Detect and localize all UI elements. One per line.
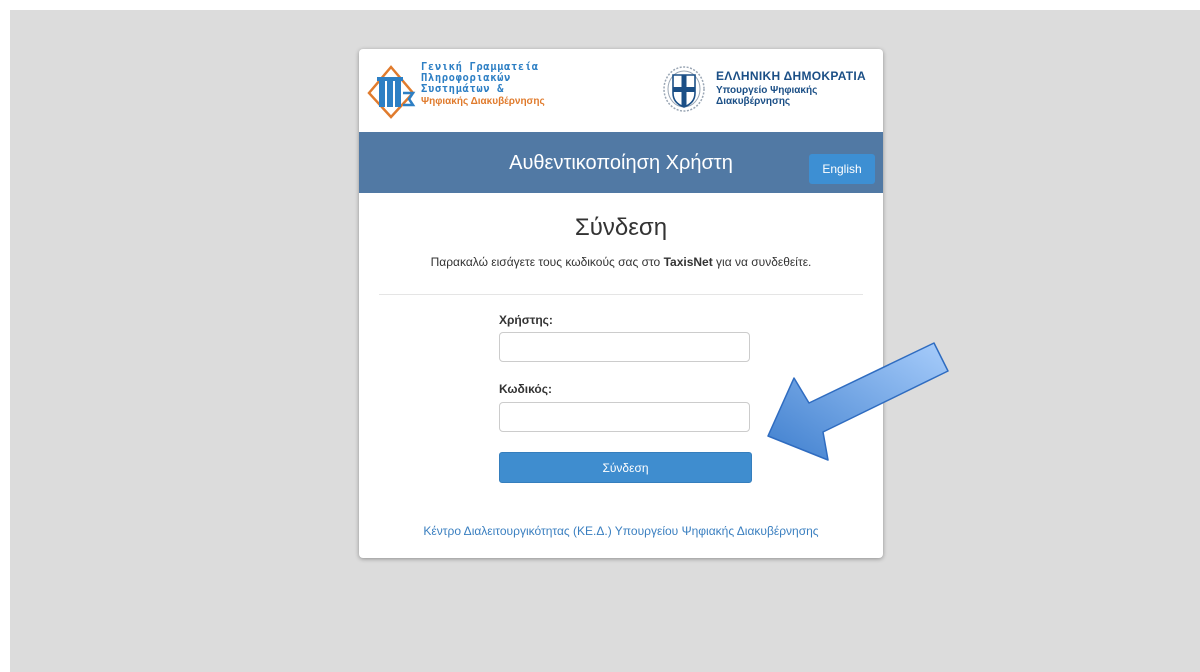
- login-card: Γενική Γραμματεία Πληροφοριακών Συστημάτ…: [359, 49, 883, 558]
- login-instructions: Παρακαλώ εισάγετε τους κωδικούς σας στο …: [359, 255, 883, 269]
- gsis-line-3: Συστημάτων &: [421, 83, 505, 96]
- intro-text-before: Παρακαλώ εισάγετε τους κωδικούς σας στο: [430, 255, 664, 269]
- gsis-logo-text: Γενική Γραμματεία Πληροφοριακών Συστημάτ…: [421, 61, 556, 107]
- logo-bar: Γενική Γραμματεία Πληροφοριακών Συστημάτ…: [359, 49, 883, 132]
- intro-text-after: για να συνδεθείτε.: [712, 255, 812, 269]
- gov-title: ΕΛΛΗΝΙΚΗ ΔΗΜΟΚΡΑΤΙΑ: [716, 69, 866, 83]
- header-band: Αυθεντικοποίηση Χρήστη English: [359, 132, 883, 193]
- password-input[interactable]: [499, 402, 750, 432]
- interoperability-center-link[interactable]: Κέντρο Διαλειτουργικότητας (ΚΕ.Δ.) Υπουρ…: [359, 524, 883, 538]
- greek-seal-icon: [663, 66, 705, 112]
- gsis-logo[interactable]: Γενική Γραμματεία Πληροφοριακών Συστημάτ…: [365, 59, 555, 121]
- hellenic-republic-logo: ΕΛΛΗΝΙΚΗ ΔΗΜΟΚΡΑΤΙΑ Υπουργείο Ψηφιακής Δ…: [662, 61, 882, 121]
- gov-sub-line-1: Υπουργείο Ψηφιακής: [716, 85, 818, 96]
- username-input[interactable]: [499, 332, 750, 362]
- gov-sub-line-2: Διακυβέρνησης: [716, 96, 791, 107]
- page-background: Γενική Γραμματεία Πληροφοριακών Συστημάτ…: [10, 10, 1200, 672]
- pointer-arrow-icon: [767, 342, 949, 461]
- intro-text-bold: TaxisNet: [663, 255, 713, 269]
- page-title: Αυθεντικοποίηση Χρήστη: [509, 152, 733, 174]
- gsis-line-4: Ψηφιακής Διακυβέρνησης: [421, 95, 545, 107]
- divider: [379, 294, 863, 295]
- gov-subtitle: Υπουργείο Ψηφιακής Διακυβέρνησης: [716, 85, 817, 107]
- login-submit-button[interactable]: Σύνδεση: [499, 452, 752, 483]
- login-heading: Σύνδεση: [574, 214, 668, 241]
- language-button[interactable]: English: [809, 154, 875, 184]
- gsis-logo-icon: [367, 65, 416, 119]
- password-label: Κωδικός:: [499, 382, 552, 396]
- username-label: Χρήστης:: [499, 313, 553, 327]
